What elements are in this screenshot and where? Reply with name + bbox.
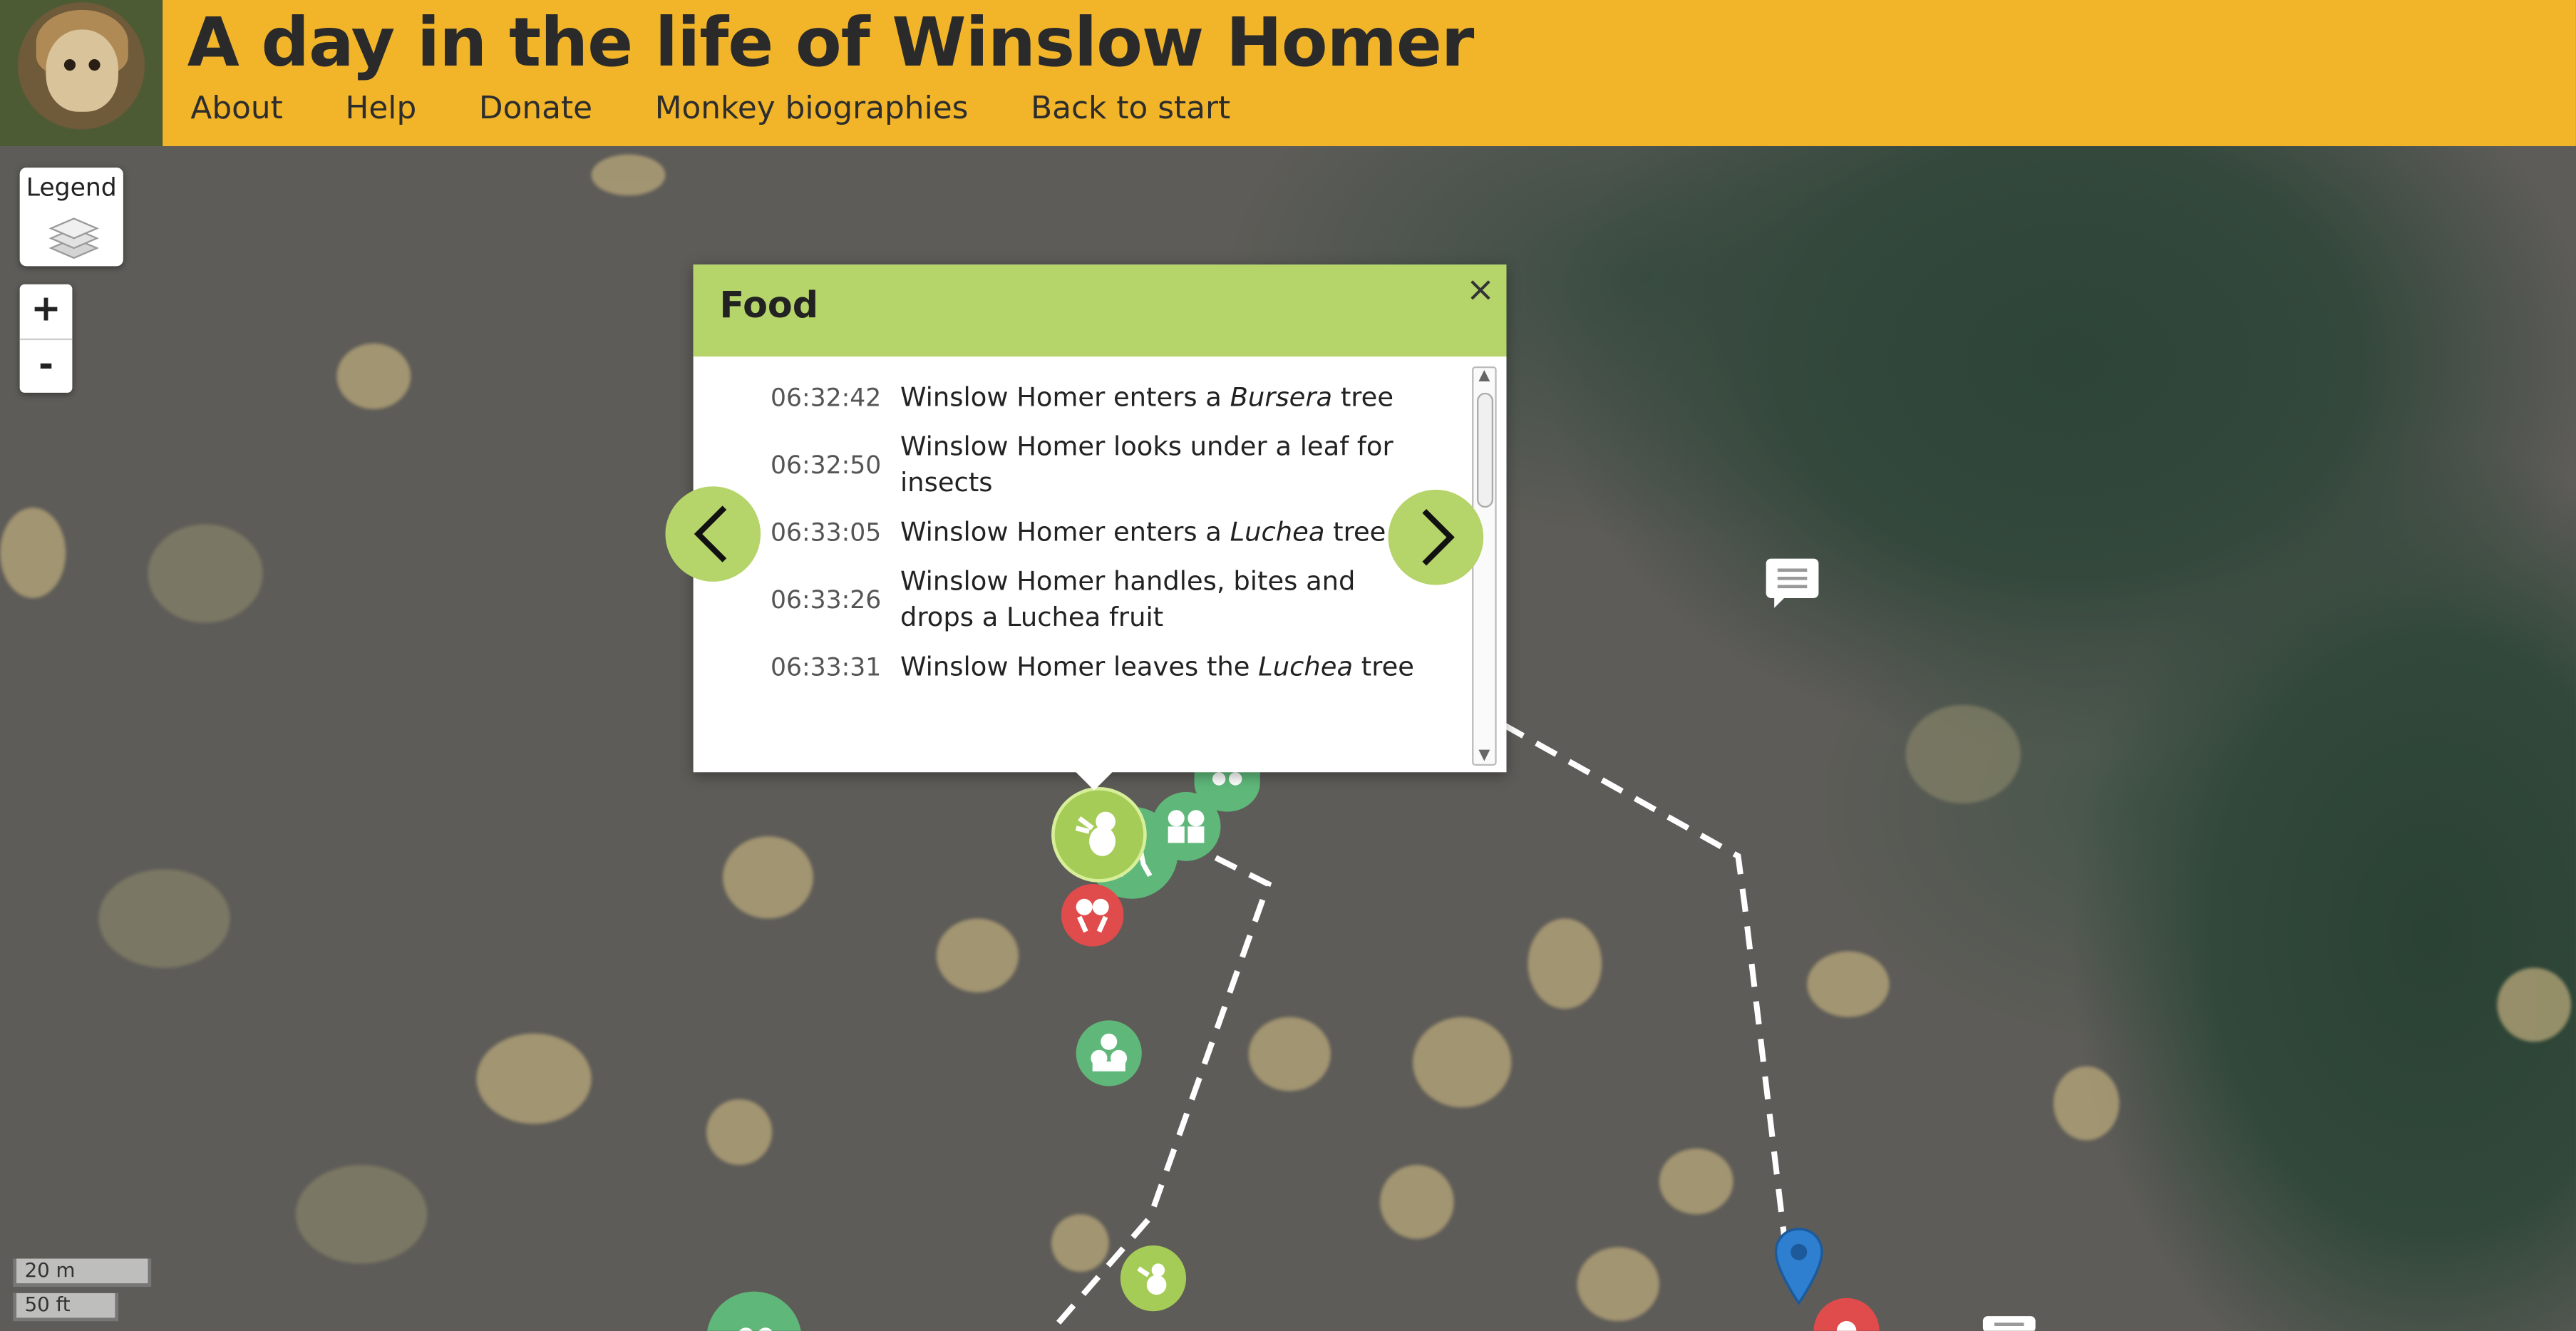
list-item: 06:32:42 Winslow Homer enters a Bursera …: [743, 379, 1433, 416]
nav-monkey-biographies[interactable]: Monkey biographies: [655, 91, 969, 127]
list-item: 06:33:26 Winslow Homer handles, bites an…: [743, 564, 1433, 636]
entry-text: Winslow Homer enters a Bursera tree: [900, 381, 1394, 413]
chevron-left-icon: [694, 505, 727, 562]
popup-title: Food: [719, 286, 819, 327]
scale-metric: 20 m: [13, 1258, 152, 1287]
zoom-in-button[interactable]: +: [20, 284, 73, 339]
entry-text: Winslow Homer handles, bites and drops a…: [900, 565, 1356, 633]
scale-imperial: 50 ft: [13, 1293, 118, 1322]
page-title: A day in the life of Winslow Homer: [187, 3, 1475, 83]
zoom-out-button[interactable]: -: [19, 338, 73, 393]
popup-entry-list[interactable]: 06:32:42 Winslow Homer enters a Bursera …: [694, 356, 1507, 772]
social-marker[interactable]: [1076, 1020, 1142, 1086]
site-header: A day in the life of Winslow Homer About…: [0, 0, 2576, 147]
comment-icon[interactable]: [1766, 558, 1819, 608]
nav-donate[interactable]: Donate: [479, 91, 592, 127]
close-icon[interactable]: ×: [1466, 269, 1495, 309]
entry-text: Winslow Homer leaves the Luchea tree: [900, 650, 1415, 682]
map-pin-icon[interactable]: [1774, 1228, 1823, 1307]
zoom-control: + -: [19, 284, 73, 393]
layers-icon: [48, 217, 99, 259]
monkey-logo[interactable]: [0, 0, 163, 147]
food-marker-selected[interactable]: [1051, 786, 1147, 883]
entry-text: Winslow Homer looks under a leaf for ins…: [900, 430, 1393, 498]
entry-time: 06:32:42: [770, 383, 882, 413]
food-marker[interactable]: [1120, 1245, 1187, 1312]
entry-time: 06:33:31: [770, 652, 882, 682]
entry-time: 06:32:50: [770, 450, 882, 481]
nav-about[interactable]: About: [190, 91, 283, 127]
entry-text: Winslow Homer enters a Luchea tree: [900, 515, 1386, 548]
entry-time: 06:33:26: [770, 585, 882, 615]
comment-icon[interactable]: [1982, 1316, 2036, 1331]
nav-back-to-start[interactable]: Back to start: [1031, 91, 1230, 127]
legend-label: Legend: [26, 173, 117, 202]
popup-header: Food ×: [693, 264, 1507, 357]
food-popup: Food × 06:32:42 Winslow Homer enters a B…: [693, 264, 1507, 773]
popup-tail: [1074, 770, 1114, 791]
list-item: 06:33:05 Winslow Homer enters a Luchea t…: [743, 514, 1433, 550]
next-button[interactable]: [1388, 489, 1484, 585]
list-item: 06:33:31 Winslow Homer leaves the Luchea…: [743, 649, 1433, 685]
entry-time: 06:33:05: [770, 518, 882, 548]
legend-control[interactable]: Legend: [19, 168, 123, 267]
chevron-right-icon: [1422, 508, 1455, 566]
social-marker[interactable]: [1151, 791, 1221, 861]
main-nav: About Help Donate Monkey biographies Bac…: [190, 91, 1230, 127]
previous-button[interactable]: [665, 486, 761, 582]
list-item: 06:32:50 Winslow Homer looks under a lea…: [743, 429, 1433, 501]
nav-help[interactable]: Help: [345, 91, 416, 127]
alert-marker[interactable]: [1061, 883, 1124, 947]
